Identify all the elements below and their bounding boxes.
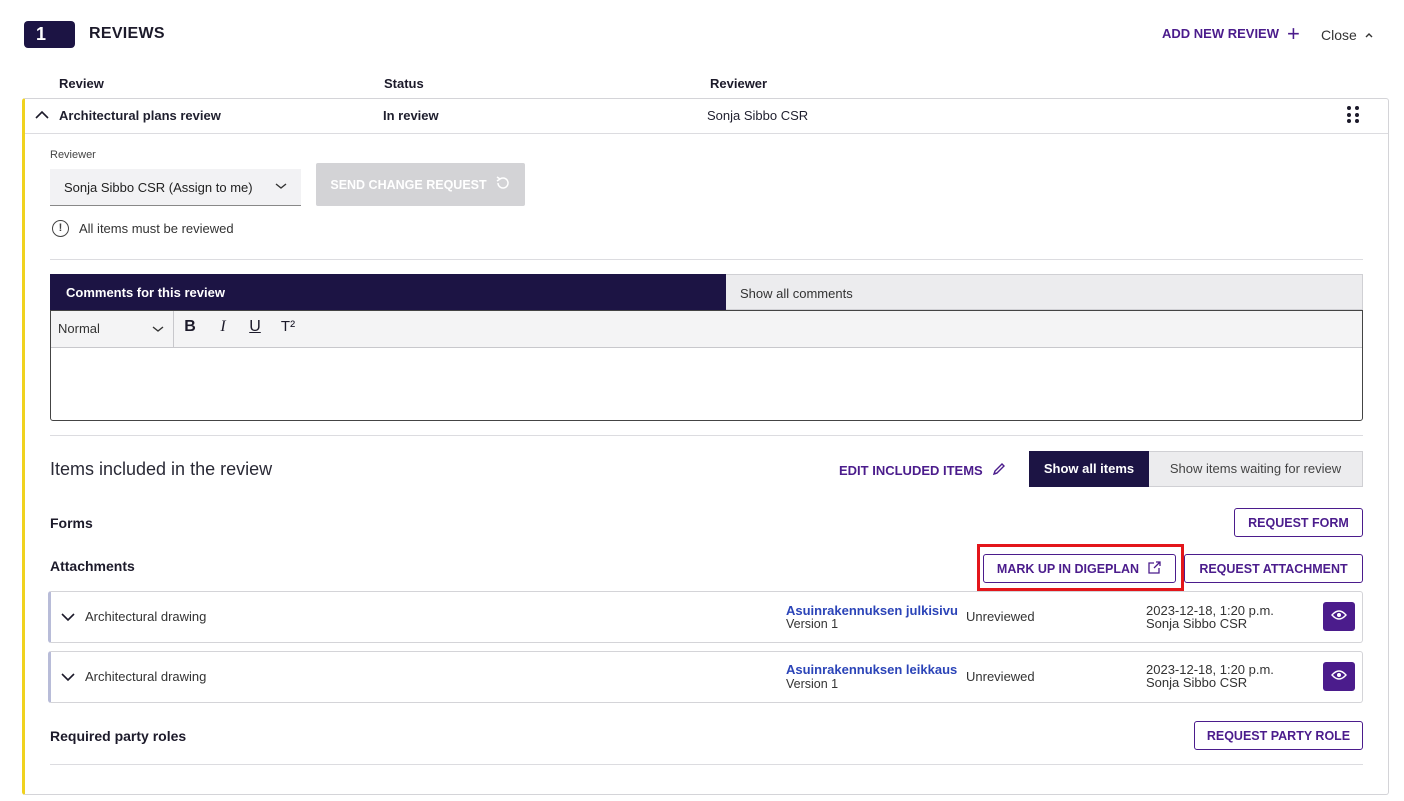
text-format-select[interactable]: Normal	[58, 321, 100, 336]
close-label: Close	[1321, 27, 1357, 43]
column-header-review: Review	[59, 76, 104, 91]
attachment-version: Version 1	[786, 617, 839, 631]
tab-comments-for-review[interactable]: Comments for this review	[50, 274, 726, 310]
chevron-down-icon[interactable]	[60, 669, 76, 685]
close-button[interactable]: Close	[1321, 27, 1373, 43]
party-roles-label: Required party roles	[50, 728, 187, 744]
underline-button[interactable]: U	[244, 318, 266, 336]
attachment-author: Sonja Sibbo CSR	[1146, 675, 1248, 690]
toolbar-separator	[173, 311, 174, 348]
page-title: REVIEWS	[89, 25, 165, 42]
items-section-title: Items included in the review	[50, 459, 273, 479]
request-party-role-label: REQUEST PARTY ROLE	[1206, 728, 1351, 743]
chevron-down-icon[interactable]	[152, 322, 164, 336]
review-count-badge: 1	[24, 21, 75, 48]
attachment-status: Unreviewed	[966, 609, 1035, 624]
drag-handle-icon[interactable]	[1347, 106, 1361, 124]
attachment-author: Sonja Sibbo CSR	[1146, 616, 1248, 631]
attachments-label: Attachments	[50, 558, 135, 574]
view-attachment-button[interactable]	[1323, 602, 1355, 631]
markup-label: MARK UP IN DIGEPLAN	[996, 561, 1140, 576]
superscript-button[interactable]: T²	[277, 318, 299, 335]
edit-items-label: EDIT INCLUDED ITEMS	[839, 463, 983, 478]
info-message: All items must be reviewed	[79, 221, 234, 236]
eye-icon	[1331, 608, 1347, 626]
review-reviewer: Sonja Sibbo CSR	[707, 108, 809, 123]
tab-show-all-comments[interactable]: Show all comments	[726, 274, 1363, 310]
reviewer-select[interactable]: Sonja Sibbo CSR (Assign to me)	[50, 169, 301, 206]
divider	[50, 435, 1363, 436]
show-waiting-items-toggle[interactable]: Show items waiting for review	[1149, 451, 1363, 487]
divider	[25, 133, 1388, 134]
divider	[50, 764, 1363, 765]
attachment-status: Unreviewed	[966, 669, 1035, 684]
italic-button[interactable]: I	[212, 318, 234, 336]
view-attachment-button[interactable]	[1323, 662, 1355, 691]
mark-up-in-digeplan-button[interactable]: MARK UP IN DIGEPLAN	[983, 554, 1176, 583]
send-change-request-button[interactable]: SEND CHANGE REQUEST	[316, 163, 525, 206]
eye-icon	[1331, 668, 1347, 686]
request-party-role-button[interactable]: REQUEST PARTY ROLE	[1194, 721, 1363, 750]
plus-icon: +	[1287, 20, 1300, 46]
add-new-review-button[interactable]: ADD NEW REVIEW +	[1162, 20, 1300, 46]
chevron-up-icon	[1365, 30, 1373, 41]
bold-button[interactable]: B	[179, 318, 201, 336]
external-link-icon	[1147, 560, 1162, 578]
chevron-up-icon[interactable]	[34, 107, 50, 123]
request-form-label: REQUEST FORM	[1248, 515, 1349, 530]
request-form-button[interactable]: REQUEST FORM	[1234, 508, 1363, 537]
attachment-name-link[interactable]: Asuinrakennuksen leikkaus	[786, 662, 957, 677]
attachment-version: Version 1	[786, 677, 839, 691]
attachment-type: Architectural drawing	[85, 609, 207, 624]
attachment-type: Architectural drawing	[85, 669, 207, 684]
send-change-request-label: SEND CHANGE REQUEST	[330, 177, 487, 192]
chevron-down-icon	[275, 179, 287, 193]
column-header-status: Status	[384, 76, 424, 91]
forms-label: Forms	[50, 515, 93, 531]
show-all-items-toggle[interactable]: Show all items	[1029, 451, 1149, 487]
review-title: Architectural plans review	[59, 108, 221, 123]
request-attachment-button[interactable]: REQUEST ATTACHMENT	[1184, 554, 1363, 583]
refresh-icon	[495, 175, 511, 194]
chevron-down-icon[interactable]	[60, 609, 76, 625]
edit-included-items-button[interactable]: EDIT INCLUDED ITEMS	[839, 461, 1007, 480]
add-review-label: ADD NEW REVIEW	[1162, 26, 1279, 41]
reviewer-select-value: Sonja Sibbo CSR (Assign to me)	[64, 180, 253, 195]
request-attachment-label: REQUEST ATTACHMENT	[1199, 561, 1348, 576]
divider	[50, 259, 1363, 260]
review-status: In review	[383, 108, 439, 123]
pencil-icon	[991, 461, 1007, 480]
column-header-reviewer: Reviewer	[710, 76, 768, 91]
reviewer-field-label: Reviewer	[50, 149, 96, 161]
attachment-name-link[interactable]: Asuinrakennuksen julkisivu	[786, 603, 958, 618]
info-icon: !	[52, 220, 69, 237]
